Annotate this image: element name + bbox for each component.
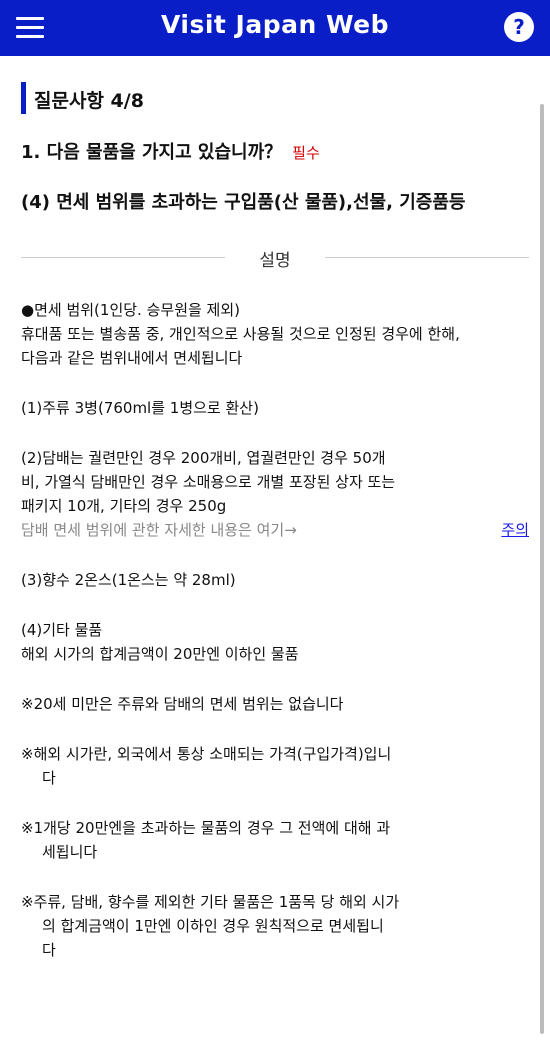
section-accent-bar	[21, 82, 26, 114]
perfume-paragraph: (3)향수 2온스(1온스는 약 28ml)	[21, 568, 531, 592]
note-under-10k: ※주류, 담배, 향수를 제외한 기타 물품은 1품목 당 해외 시가 의 합계…	[21, 890, 531, 962]
note-overseas-price: ※해외 시가란, 외국에서 통상 소매되는 가격(구입가격)입니 다	[21, 742, 531, 790]
required-badge: 필수	[292, 144, 320, 162]
text-line: 패키지 10개, 기타의 경우 250g	[21, 497, 227, 515]
note-under-20: ※20세 미만은 주류와 담배의 면세 범위는 없습니다	[21, 692, 531, 716]
text-line: 의 합계금액이 1만엔 이하인 경우 원칙적으로 면세됩니	[42, 917, 384, 935]
tobacco-paragraph: (2)담배는 궐련만인 경우 200개비, 엽궐련만인 경우 50개 비, 가열…	[21, 446, 531, 542]
alcohol-paragraph: (1)주류 3병(760ml를 1병으로 환산)	[21, 396, 531, 420]
text-line: 해외 시가의 합계금액이 20만엔 이하인 물품	[21, 645, 299, 663]
note-over-200k: ※1개당 20만엔을 초과하는 물품의 경우 그 전액에 대해 과 세됩니다	[21, 816, 531, 864]
duty-free-range-paragraph: ●면세 범위(1인당. 승무원을 제외) 휴대품 또는 별송품 중, 개인적으로…	[21, 298, 531, 370]
text-line: ●면세 범위(1인당. 승무원을 제외)	[21, 301, 241, 319]
app-header: Visit Japan Web ?	[0, 0, 550, 56]
question-text: 1. 다음 물품을 가지고 있습니까？	[21, 142, 283, 163]
tobacco-link-row: 담배 면세 범위에 관한 자세한 내용은 여기→ 주의	[21, 518, 531, 542]
help-icon[interactable]: ?	[504, 12, 534, 42]
text-line: ※주류, 담배, 향수를 제외한 기타 물품은 1품목 당 해외 시가	[21, 893, 400, 911]
text-line: 휴대품 또는 별송품 중, 개인적으로 사용될 것으로 인정된 경우에 한해,	[21, 325, 460, 343]
text-line: 세됩니다	[42, 843, 98, 861]
text-line: (3)향수 2온스(1온스는 약 28ml)	[21, 571, 236, 589]
text-line: 다	[42, 941, 56, 959]
text-line: (2)담배는 궐련만인 경우 200개비, 엽궐련만인 경우 50개	[21, 449, 386, 467]
other-goods-paragraph: (4)기타 물품 해외 시가의 합계금액이 20만엔 이하인 물품	[21, 618, 531, 666]
text-line: 비, 가열식 담배만인 경우 소매용으로 개별 포장된 상자 또는	[21, 473, 396, 491]
tobacco-info-text: 담배 면세 범위에 관한 자세한 내용은 여기→	[21, 521, 297, 539]
text-line: ※20세 미만은 주류와 담배의 면세 범위는 없습니다	[21, 695, 344, 713]
app-title: Visit Japan Web	[160, 10, 390, 39]
text-line: 다음과 같은 범위내에서 면세됩니다	[21, 349, 243, 367]
text-line: ※해외 시가란, 외국에서 통상 소매되는 가격(구입가격)입니	[21, 745, 392, 763]
section-title: 질문사항 4/8	[34, 90, 144, 112]
text-line: (1)주류 3병(760ml를 1병으로 환산)	[21, 399, 259, 417]
text-line: ※1개당 20만엔을 초과하는 물품의 경우 그 전액에 대해 과	[21, 819, 391, 837]
scrollbar[interactable]	[540, 104, 544, 1034]
description-label: 설명	[259, 251, 291, 271]
description-content: ●면세 범위(1인당. 승무원을 제외) 휴대품 또는 별송품 중, 개인적으로…	[21, 298, 531, 988]
text-line: (4)기타 물품	[21, 621, 103, 639]
question-title: 1. 다음 물품을 가지고 있습니까？ 필수	[21, 138, 320, 164]
notice-link[interactable]: 주의	[501, 518, 529, 542]
text-line: 다	[42, 769, 56, 787]
subquestion-title: (4) 면세 범위를 초과하는 구입품(산 물품),선물, 기증품등	[21, 192, 466, 213]
